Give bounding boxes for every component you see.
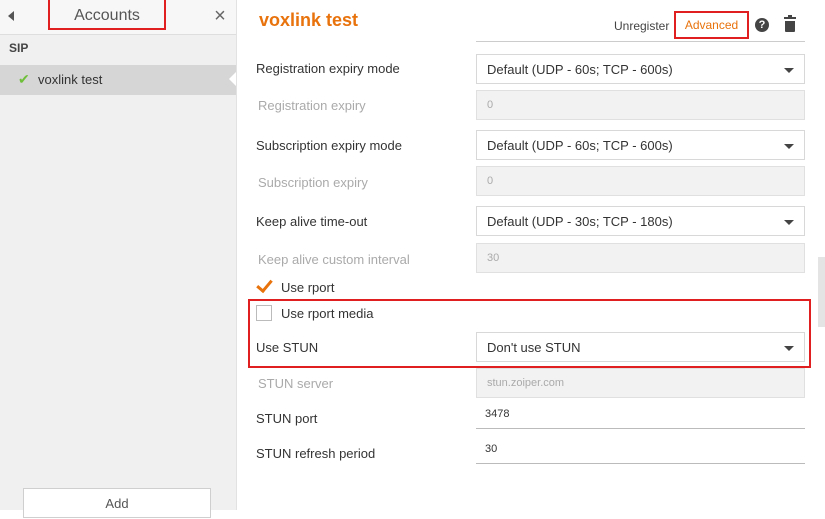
checkmark-icon [256,275,273,294]
stun-port-label: STUN port [256,411,318,426]
section-heading-partial [259,505,339,510]
add-account-button[interactable]: Add [23,488,211,518]
input-value: 30 [487,252,500,264]
keep-alive-timeout-select[interactable]: Default (UDP - 30s; TCP - 180s) [476,206,805,236]
input-value: 30 [485,443,498,455]
input-placeholder: stun.zoiper.com [487,377,565,389]
registration-expiry-input: 0 [476,90,805,120]
unregister-link[interactable]: Unregister [614,19,669,33]
chevron-down-icon [784,220,794,225]
keep-alive-interval-input: 30 [476,243,805,273]
question-circle-icon[interactable]: ? [755,18,769,32]
stun-refresh-period-input[interactable]: 30 [476,440,805,464]
section-header-sip: SIP [9,41,29,55]
page-title: voxlink test [259,10,359,30]
select-value: Default (UDP - 60s; TCP - 600s) [487,62,673,77]
stun-refresh-period-label: STUN refresh period [256,446,376,461]
sidebar-item-label: voxlink test [38,72,103,87]
stun-server-input: stun.zoiper.com [476,368,805,398]
chevron-down-icon [784,68,794,73]
keep-alive-interval-label: Keep alive custom interval [258,252,410,267]
subscription-expiry-input: 0 [476,166,805,196]
sidebar: Accounts × SIP ✔ voxlink test Add [0,0,237,518]
checkmark-icon: ✔ [18,71,30,87]
selection-pointer [229,72,236,86]
stun-port-input[interactable]: 3478 [476,405,805,429]
use-stun-select[interactable]: Don't use STUN [476,332,805,362]
use-rport-label: Use rport [281,280,335,295]
use-rport-checkbox[interactable] [256,275,273,294]
back-arrow-icon[interactable] [8,11,14,21]
subscription-expiry-mode-select[interactable]: Default (UDP - 60s; TCP - 600s) [476,130,805,160]
divider [476,41,805,42]
chevron-down-icon [784,144,794,149]
sidebar-title: Accounts [48,0,166,30]
subscription-expiry-mode-label: Subscription expiry mode [256,138,402,153]
trash-icon[interactable] [784,15,796,32]
use-rport-media-label: Use rport media [281,306,374,321]
subscription-expiry-label: Subscription expiry [258,175,368,190]
registration-expiry-mode-label: Registration expiry mode [256,61,400,76]
registration-expiry-label: Registration expiry [258,98,366,113]
select-value: Don't use STUN [487,340,581,355]
scrollbar[interactable] [818,257,825,327]
input-value: 0 [487,175,494,187]
sidebar-item-account[interactable]: ✔ voxlink test [0,65,236,95]
use-rport-media-checkbox[interactable] [256,305,272,321]
input-value: 0 [487,99,494,111]
registration-expiry-mode-select[interactable]: Default (UDP - 60s; TCP - 600s) [476,54,805,84]
stun-server-label: STUN server [258,376,334,391]
use-stun-label: Use STUN [256,340,319,355]
advanced-tab[interactable]: Advanced [674,11,749,39]
sidebar-header: Accounts × [0,0,236,35]
select-value: Default (UDP - 60s; TCP - 600s) [487,138,673,153]
close-icon[interactable]: × [210,5,230,27]
keep-alive-timeout-label: Keep alive time-out [256,214,368,229]
input-value: 3478 [485,408,510,420]
select-value: Default (UDP - 30s; TCP - 180s) [487,214,673,229]
chevron-down-icon [784,346,794,351]
